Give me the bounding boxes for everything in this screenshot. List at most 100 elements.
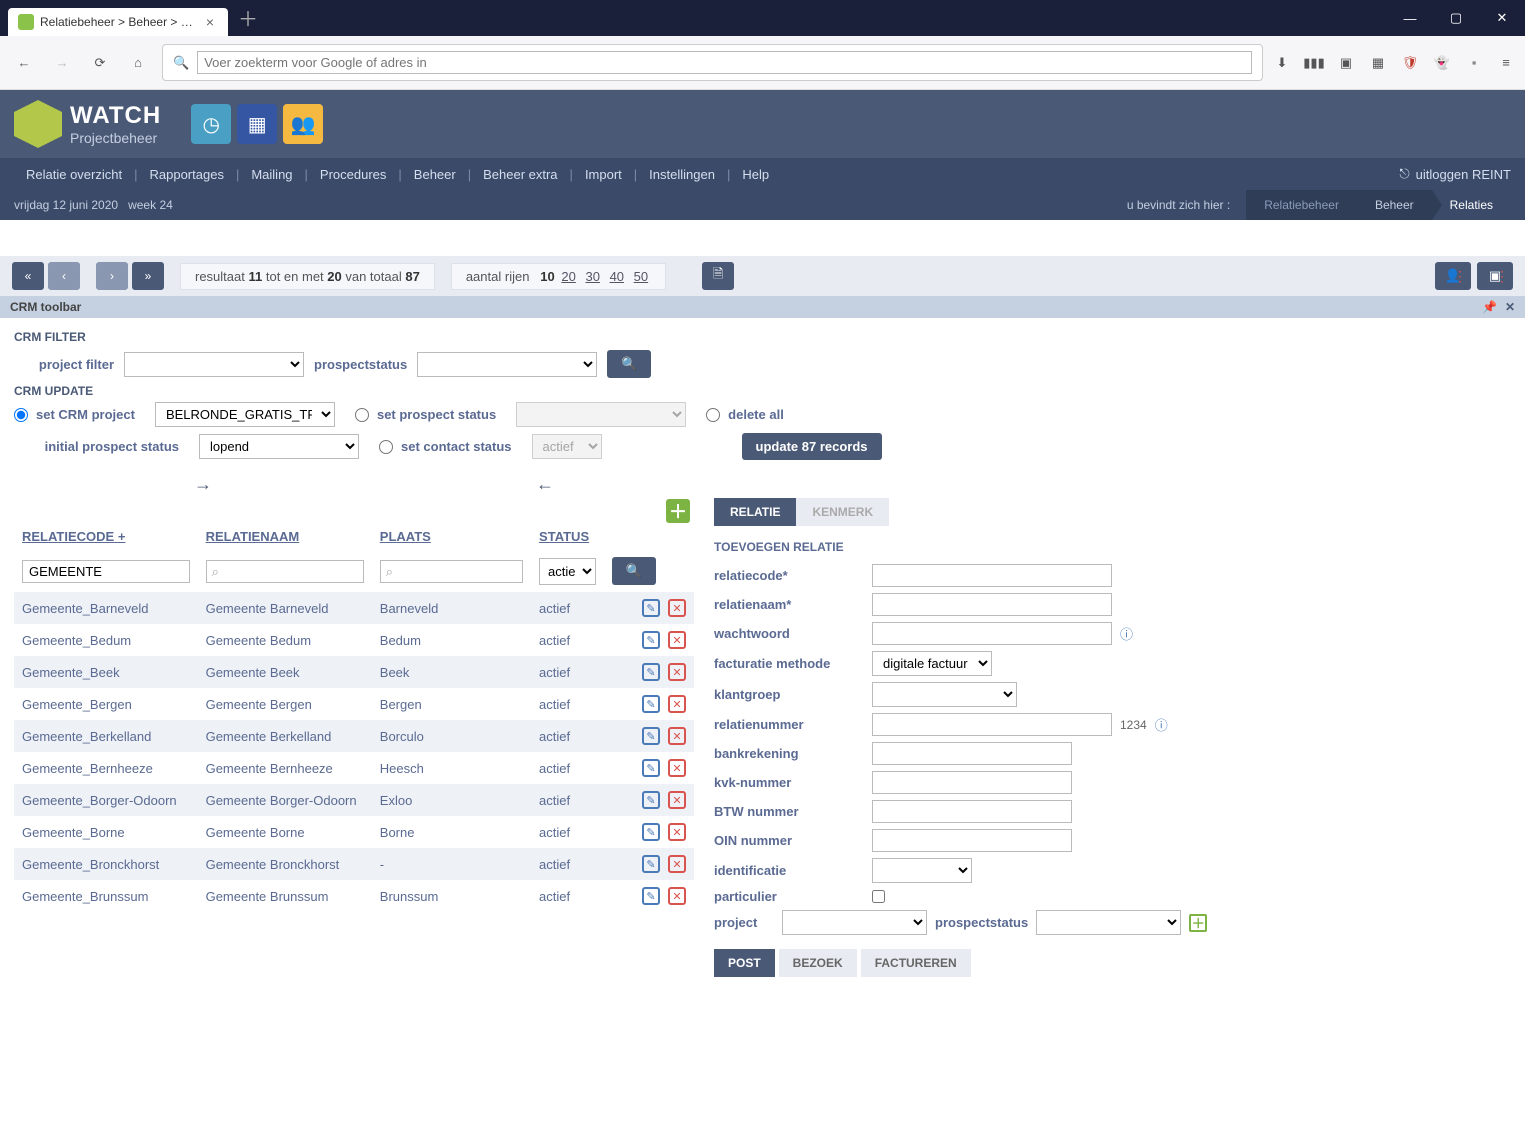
download-icon[interactable]: ⬇ [1273, 54, 1291, 72]
help-icon[interactable]: ⓘ [1120, 624, 1133, 643]
pin-icon[interactable]: 📌 [1482, 300, 1497, 314]
people-icon[interactable]: 👥 [283, 104, 323, 144]
set-prospect-status-option[interactable]: set prospect status [355, 407, 496, 422]
filter-code-input[interactable] [22, 560, 190, 583]
extension-icon[interactable]: ▪ [1465, 54, 1483, 72]
nav-forward-button[interactable]: → [48, 49, 76, 77]
delete-icon[interactable]: ✕ [668, 823, 686, 841]
input-btw[interactable] [872, 800, 1072, 823]
th-plaats[interactable]: PLAATS [372, 523, 531, 550]
set-contact-status-radio[interactable] [379, 440, 393, 454]
input-relatienummer[interactable] [872, 713, 1112, 736]
nav-mailing[interactable]: Mailing [239, 167, 304, 182]
select-prospectstatus[interactable] [1036, 910, 1181, 935]
collapse-right-icon[interactable]: ← [536, 474, 554, 495]
checkbox-particulier[interactable] [872, 890, 885, 903]
address-input[interactable] [197, 51, 1252, 74]
pager-next-button[interactable]: › [96, 262, 128, 290]
table-row[interactable]: Gemeente_BronckhorstGemeente Bronckhorst… [14, 848, 694, 880]
clock-icon[interactable]: ◷ [191, 104, 231, 144]
add-row-button[interactable]: ＋ [666, 499, 690, 523]
calendar-icon[interactable]: ▦ [237, 104, 277, 144]
select-project[interactable] [782, 910, 927, 935]
delete-all-option[interactable]: delete all [706, 407, 784, 422]
th-status[interactable]: STATUS [531, 523, 604, 550]
table-row[interactable]: Gemeente_BergenGemeente BergenBergenacti… [14, 688, 694, 720]
table-row[interactable]: Gemeente_BorneGemeente BorneBorneactief✎… [14, 816, 694, 848]
filter-status-select[interactable]: actief [539, 558, 596, 585]
select-facturatie[interactable]: digitale factuur [872, 651, 992, 676]
th-relatiecode[interactable]: RELATIECODE + [14, 523, 198, 550]
update-records-button[interactable]: update 87 records [742, 433, 882, 460]
filter-name-input[interactable] [206, 560, 364, 583]
delete-icon[interactable]: ✕ [668, 631, 686, 649]
help-icon[interactable]: ⓘ [1155, 715, 1168, 734]
input-kvk[interactable] [872, 771, 1072, 794]
logout-link[interactable]: ⎋ uitloggen REINT [1399, 166, 1511, 182]
cell-code[interactable]: Gemeente_Bronckhorst [22, 857, 159, 872]
table-row[interactable]: Gemeente_BernheezeGemeente BernheezeHees… [14, 752, 694, 784]
tab-kenmerk[interactable]: KENMERK [796, 498, 889, 526]
select-klantgroep[interactable] [872, 682, 1017, 707]
table-row[interactable]: Gemeente_BeekGemeente BeekBeekactief✎✕ [14, 656, 694, 688]
new-tab-button[interactable]: ＋ [228, 0, 268, 36]
delete-icon[interactable]: ✕ [668, 887, 686, 905]
edit-icon[interactable]: ✎ [642, 887, 660, 905]
pager-first-button[interactable]: « [12, 262, 44, 290]
input-bankrekening[interactable] [872, 742, 1072, 765]
window-minimize-button[interactable]: — [1387, 0, 1433, 36]
pager-last-button[interactable]: » [132, 262, 164, 290]
qr-icon[interactable]: ▦ [1369, 54, 1387, 72]
nav-rapportages[interactable]: Rapportages [138, 167, 236, 182]
cell-code[interactable]: Gemeente_Barneveld [22, 601, 148, 616]
delete-all-radio[interactable] [706, 408, 720, 422]
tab-close-icon[interactable]: × [202, 14, 218, 30]
nav-beheer-extra[interactable]: Beheer extra [471, 167, 569, 182]
prospectstatus-select[interactable] [417, 352, 597, 377]
edit-icon[interactable]: ✎ [642, 855, 660, 873]
address-bar[interactable]: 🔍 [162, 44, 1263, 81]
nav-home-button[interactable]: ⌂ [124, 49, 152, 77]
pager-prev-button[interactable]: ‹ [48, 262, 80, 290]
edit-icon[interactable]: ✎ [642, 791, 660, 809]
window-maximize-button[interactable]: ▢ [1433, 0, 1479, 36]
th-relatienaam[interactable]: RELATIENAAM [198, 523, 372, 550]
select-identificatie[interactable] [872, 858, 972, 883]
delete-icon[interactable]: ✕ [668, 791, 686, 809]
bezoek-button[interactable]: BEZOEK [779, 949, 857, 977]
table-row[interactable]: Gemeente_Borger-OdoornGemeente Borger-Od… [14, 784, 694, 816]
input-oin[interactable] [872, 829, 1072, 852]
menu-icon[interactable]: ≡ [1497, 54, 1515, 72]
nav-reload-button[interactable]: ⟳ [86, 49, 114, 77]
rows-20[interactable]: 20 [561, 269, 575, 284]
input-wachtwoord[interactable] [872, 622, 1112, 645]
edit-icon[interactable]: ✎ [642, 631, 660, 649]
table-search-button[interactable]: 🔍 [612, 557, 656, 585]
cell-code[interactable]: Gemeente_Berkelland [22, 729, 151, 744]
nav-relatie-overzicht[interactable]: Relatie overzicht [14, 167, 134, 182]
input-relatienaam[interactable] [872, 593, 1112, 616]
initial-prospect-select[interactable]: lopend [199, 434, 359, 459]
table-row[interactable]: Gemeente_BrunssumGemeente BrunssumBrunss… [14, 880, 694, 912]
crm-filter-search-button[interactable]: 🔍 [607, 350, 651, 378]
add-project-button[interactable]: ＋ [1189, 914, 1207, 932]
rows-40[interactable]: 40 [610, 269, 624, 284]
delete-icon[interactable]: ✕ [668, 855, 686, 873]
cell-code[interactable]: Gemeente_Bernheeze [22, 761, 153, 776]
factureren-button[interactable]: FACTUREREN [861, 949, 971, 977]
filter-city-input[interactable] [380, 560, 523, 583]
nav-instellingen[interactable]: Instellingen [637, 167, 727, 182]
delete-icon[interactable]: ✕ [668, 695, 686, 713]
export-excel-button[interactable]: 🗎 [702, 262, 734, 290]
ghost-icon[interactable]: 👻 [1433, 54, 1451, 72]
library-icon[interactable]: ▮▮▮ [1305, 54, 1323, 72]
set-crm-project-radio[interactable] [14, 408, 28, 422]
edit-icon[interactable]: ✎ [642, 727, 660, 745]
reader-icon[interactable]: ▣ [1337, 54, 1355, 72]
collapse-left-icon[interactable]: → [194, 474, 212, 495]
post-button[interactable]: POST [714, 949, 775, 977]
delete-icon[interactable]: ✕ [668, 599, 686, 617]
set-crm-project-option[interactable]: set CRM project [14, 407, 135, 422]
cell-code[interactable]: Gemeente_Beek [22, 665, 120, 680]
table-row[interactable]: Gemeente_BerkellandGemeente BerkellandBo… [14, 720, 694, 752]
